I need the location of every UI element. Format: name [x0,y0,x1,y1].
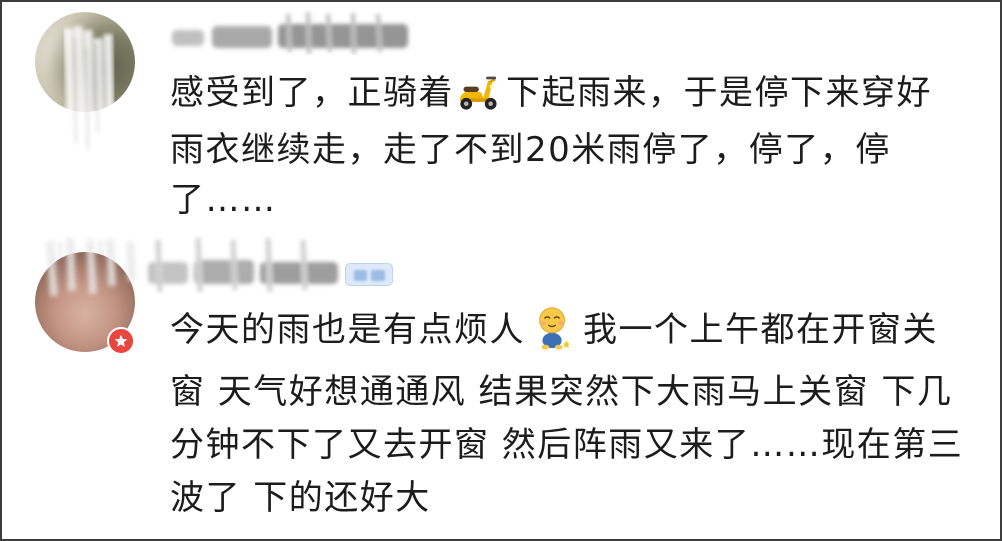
avatar[interactable] [35,12,135,112]
comment-item[interactable]: 感受到了，正骑着 下起雨来，于是停下来穿好 雨衣继续走，走了不到20米雨停了，停… [0,0,1002,236]
username-redacted[interactable] [138,236,348,294]
comment-text[interactable]: 今天的雨也是有点烦人 我一个上午都在开窗关 窗 天气好想通通风 结果突然下大雨马… [170,304,963,525]
sitting-face-emoji-icon [533,304,573,366]
fan-badge[interactable] [345,263,393,286]
comment-text-segment: 感受到了，正骑着 [170,73,454,113]
verified-badge-icon [107,327,135,355]
comment-text-segment: 我一个上午都在开窗关 [583,310,938,350]
comment-text[interactable]: 感受到了，正骑着 下起雨来，于是停下来穿好 雨衣继续走，走了不到20米雨停了，停… [170,68,932,225]
comment-text-segment: 下起雨来，于是停下来穿好 [506,73,932,113]
username-redacted[interactable] [168,10,428,55]
badge-redacted-icon [354,270,385,281]
comment-line: 今天的雨也是有点烦人 我一个上午都在开窗关 [170,304,963,366]
comment-line: 窗 天气好想通通风 结果突然下大雨马上关窗 下几 [170,372,953,412]
comment-line: 感受到了，正骑着 下起雨来，于是停下来穿好 [170,68,932,125]
comment-line: 分钟不下了又去开窗 然后阵雨又来了……现在第三 [170,425,964,465]
comment-item[interactable]: 今天的雨也是有点烦人 我一个上午都在开窗关 窗 天气好想通通风 结果突然下大雨马… [0,236,1002,541]
comment-line: 了…… [170,180,277,220]
avatar-image [35,12,135,112]
scooter-emoji-icon [456,73,500,125]
comment-text-segment: 今天的雨也是有点烦人 [170,310,525,350]
comment-line: 雨衣继续走，走了不到20米雨停了，停了，停 [170,130,891,170]
comment-line: 波了 下的还好大 [170,478,431,518]
